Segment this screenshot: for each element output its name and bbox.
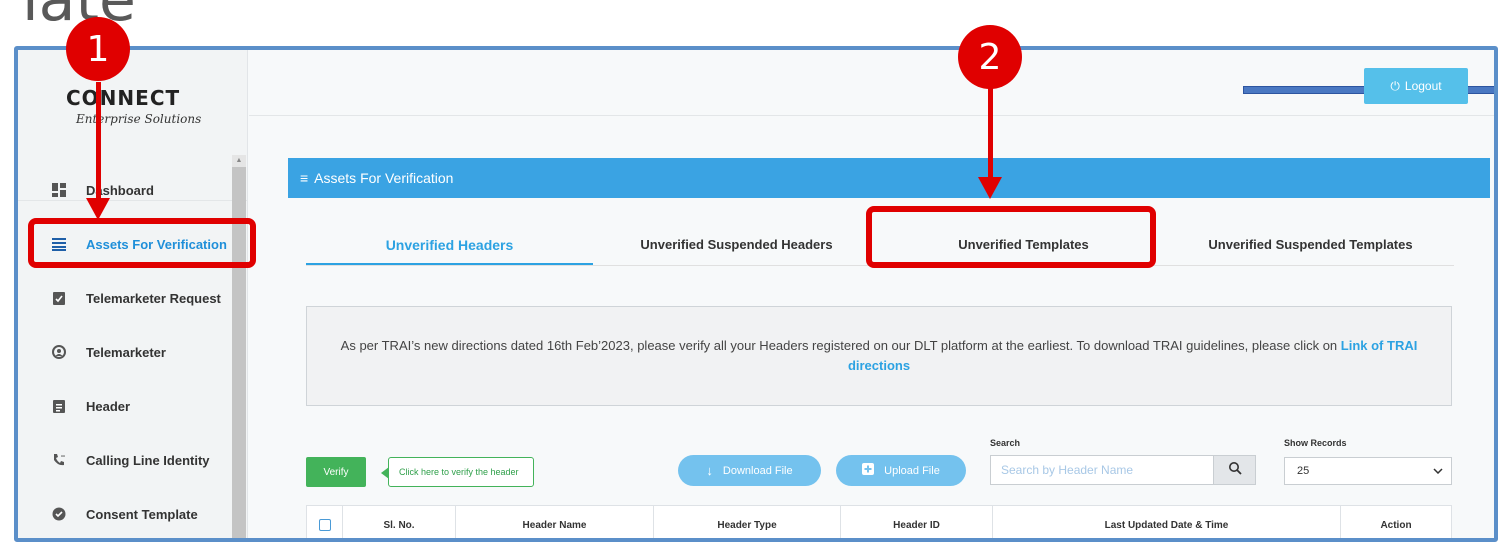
show-records-value: 25 xyxy=(1297,465,1310,477)
tab-unverified-suspended-templates[interactable]: Unverified Suspended Templates xyxy=(1167,220,1454,265)
select-all-cell xyxy=(307,506,343,538)
check-circle-icon xyxy=(52,507,66,521)
trai-notice: As per TRAI’s new directions dated 16th … xyxy=(306,306,1452,406)
verify-button[interactable]: Verify xyxy=(306,457,366,487)
scroll-up-icon[interactable]: ▲ xyxy=(232,155,246,167)
top-bar: ⏻ Logout xyxy=(249,50,1494,116)
panel-title: Assets For Verification xyxy=(314,170,454,186)
arrow-2-shaft xyxy=(988,78,993,178)
download-label: Download File xyxy=(722,464,793,477)
arrow-1-shaft xyxy=(96,82,101,200)
sidebar-item-label: Calling Line Identity xyxy=(86,452,210,468)
upload-label: Upload File xyxy=(884,464,940,477)
col-action: Action xyxy=(1380,519,1412,531)
select-all-checkbox[interactable] xyxy=(318,519,331,531)
arrow-1-head xyxy=(86,198,110,220)
download-file-button[interactable]: ↓ Download File xyxy=(678,455,821,486)
callout-step-2: 2 xyxy=(958,25,1022,89)
sidebar-scrollbar[interactable] xyxy=(232,155,246,538)
col-header-id[interactable]: Header ID xyxy=(841,506,993,538)
dashboard-icon xyxy=(52,183,66,197)
upload-file-button[interactable]: Upload File xyxy=(836,455,966,486)
col-last-updated[interactable]: Last Updated Date & Time xyxy=(993,506,1341,538)
user-circle-icon xyxy=(52,345,66,359)
col-header-type[interactable]: Header Type xyxy=(654,506,841,538)
show-records-label: Show Records xyxy=(1284,438,1347,448)
search-button[interactable] xyxy=(1213,456,1255,484)
table-header: Sl. No. Header Name Header Type Header I… xyxy=(306,505,1452,538)
notice-text: As per TRAI’s new directions dated 16th … xyxy=(340,338,1341,353)
col-sl-no: Sl. No. xyxy=(343,506,456,538)
panel-header: ≡ Assets For Verification xyxy=(288,158,1490,198)
logo-main-text: CONNECT xyxy=(66,86,181,110)
logout-label: Logout xyxy=(1404,79,1442,93)
clipboard-check-icon xyxy=(52,291,66,305)
sidebar-item-telemarketer[interactable]: Telemarketer xyxy=(18,325,232,379)
col-header-name[interactable]: Header Name xyxy=(456,506,654,538)
show-records-select[interactable]: 25 xyxy=(1284,457,1452,485)
search-input[interactable] xyxy=(991,456,1213,484)
power-icon: ⏻ xyxy=(1390,78,1400,93)
sidebar-item-dashboard[interactable]: Dashboard xyxy=(18,163,232,217)
sidebar-item-label: Header xyxy=(86,398,131,414)
search-label: Search xyxy=(990,438,1021,448)
sidebar-item-consent-template[interactable]: Consent Template xyxy=(18,487,232,538)
sidebar: CONNECT Enterprise Solutions Dashboard A… xyxy=(18,50,248,538)
callout-step-1: 1 xyxy=(66,17,130,81)
sidebar-item-label: Consent Template xyxy=(86,506,198,522)
verify-tooltip: Click here to verify the header xyxy=(381,457,534,487)
sidebar-item-label: Telemarketer xyxy=(86,344,166,360)
highlight-assets-for-verification xyxy=(28,218,256,268)
phone-icon xyxy=(52,453,66,467)
search-icon xyxy=(1228,461,1242,480)
tab-unverified-suspended-headers[interactable]: Unverified Suspended Headers xyxy=(593,220,880,265)
sidebar-item-header[interactable]: Header xyxy=(18,379,232,433)
sidebar-item-calling-line-identity[interactable]: Calling Line Identity xyxy=(18,433,232,487)
logout-button[interactable]: ⏻ Logout xyxy=(1364,68,1468,104)
app-window: CONNECT Enterprise Solutions Dashboard A… xyxy=(14,46,1498,542)
download-icon: ↓ xyxy=(706,463,713,478)
tab-unverified-headers[interactable]: Unverified Headers xyxy=(306,220,593,265)
logo: CONNECT Enterprise Solutions xyxy=(66,86,216,136)
menu-icon: ≡ xyxy=(300,170,309,186)
arrow-2-head xyxy=(978,177,1002,199)
highlight-unverified-templates xyxy=(866,206,1156,268)
upload-icon xyxy=(862,463,875,478)
clipboard-icon xyxy=(52,399,66,413)
sidebar-item-telemarketer-request[interactable]: Telemarketer Request xyxy=(18,271,232,325)
sidebar-item-label: Telemarketer Request xyxy=(86,290,221,306)
chevron-down-icon xyxy=(1433,465,1443,477)
search-box xyxy=(990,455,1256,485)
